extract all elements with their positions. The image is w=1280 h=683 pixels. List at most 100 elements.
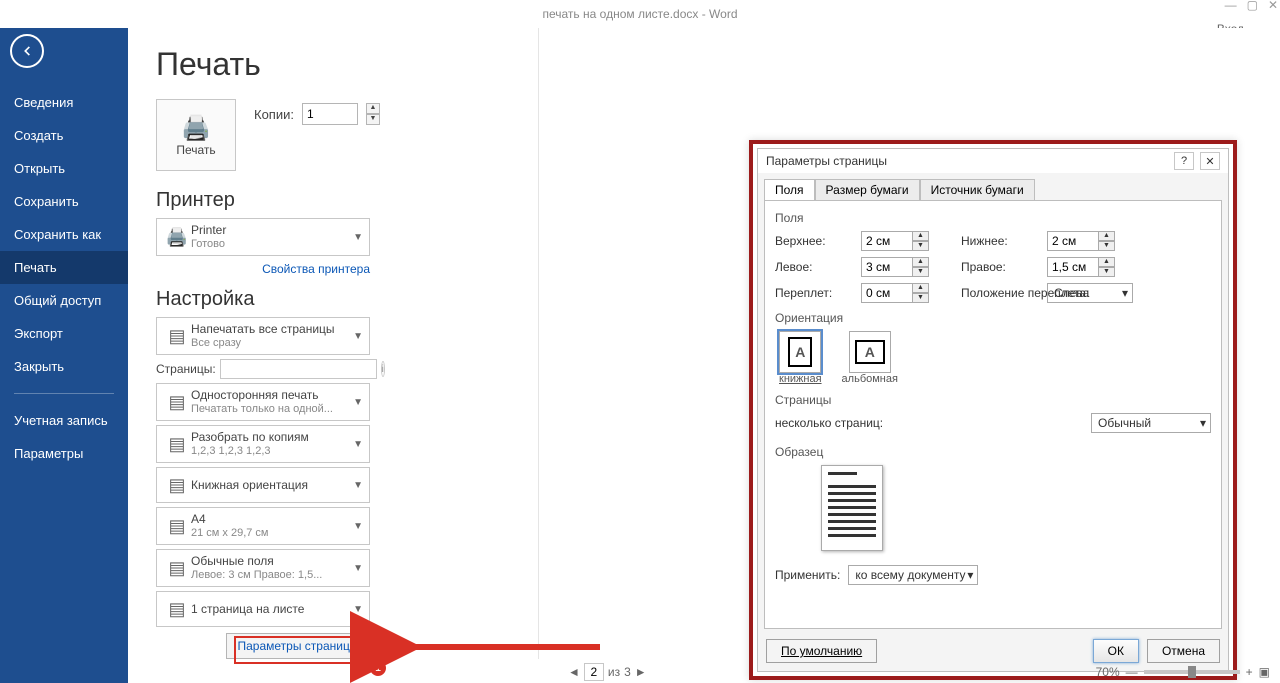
dialog-tab-0[interactable]: Поля [764,179,815,200]
sidebar-item-account[interactable]: Учетная запись [0,404,128,437]
page-setup-dialog-callout: Параметры страницы ? ✕ ПоляРазмер бумаги… [749,140,1237,680]
pages-info-icon[interactable]: i [381,361,385,377]
copies-down[interactable]: ▼ [366,114,380,125]
chevron-down-icon: ▼ [353,397,363,408]
zoom-in[interactable]: + [1246,665,1253,679]
spin-up[interactable]: ▲ [913,231,929,241]
zoom-slider[interactable] [1144,670,1240,674]
callout-arrow [400,632,610,667]
restore-icon[interactable]: ▢ [1247,0,1258,12]
spin-down[interactable]: ▼ [1099,267,1115,277]
spin-down[interactable]: ▼ [1099,241,1115,251]
orientation-landscape[interactable]: A альбомная [842,331,898,385]
copies-up[interactable]: ▲ [366,103,380,114]
margin-bottom-input[interactable] [1047,231,1099,251]
setting-1[interactable]: ▤Односторонняя печатьПечатать только на … [156,383,370,421]
zoom-out[interactable]: — [1126,665,1138,679]
multi-pages-label: несколько страниц: [775,416,883,430]
print-button[interactable]: 🖨️ Печать [156,99,236,171]
sidebar-item-7[interactable]: Экспорт [0,317,128,350]
ok-button[interactable]: ОК [1093,639,1139,663]
spin-up[interactable]: ▲ [1099,257,1115,267]
close-icon[interactable]: ✕ [1268,0,1278,12]
apply-select[interactable]: ко всему документу▾ [848,565,978,585]
setting-4[interactable]: ▤A421 см x 29,7 см▼ [156,507,370,545]
help-icon[interactable]: ? [1174,152,1194,170]
sidebar-item-options[interactable]: Параметры [0,437,128,470]
setting-0[interactable]: ▤Напечатать все страницыВсе сразу▼ [156,317,370,355]
spin-down[interactable]: ▼ [913,267,929,277]
orientation-portrait[interactable]: A книжная [779,331,822,385]
pages-group-label: Страницы [775,393,1211,407]
margin-bottom-label: Нижнее: [961,234,1031,248]
dialog-tab-2[interactable]: Источник бумаги [920,179,1035,200]
pages-input[interactable] [220,359,377,379]
cancel-button[interactable]: Отмена [1147,639,1220,663]
spin-up[interactable]: ▲ [913,257,929,267]
setting-sub: 21 см x 29,7 см [191,527,353,540]
dialog-title: Параметры страницы [766,154,887,168]
setting-title: Напечатать все страницы [191,322,353,336]
sidebar-item-5[interactable]: Печать [0,251,128,284]
spin-up[interactable]: ▲ [1099,231,1115,241]
multi-pages-select[interactable]: Обычный▾ [1091,413,1211,433]
margins-group-label: Поля [775,211,1211,225]
setting-icon: ▤ [163,512,191,540]
orientation-landscape-label: альбомная [842,373,898,385]
copies-input[interactable] [302,103,358,125]
printer-icon: 🖨️ [181,114,211,143]
setting-3[interactable]: ▤Книжная ориентация▼ [156,467,370,503]
margin-top-input[interactable] [861,231,913,251]
sidebar-item-2[interactable]: Открыть [0,152,128,185]
sidebar-item-3[interactable]: Сохранить [0,185,128,218]
printer-heading: Принтер [156,189,235,212]
setting-5[interactable]: ▤Обычные поляЛевое: 3 см Правое: 1,5...▼ [156,549,370,587]
spin-down[interactable]: ▼ [913,293,929,303]
setting-title: Обычные поля [191,554,353,568]
margin-left-input[interactable] [861,257,913,277]
setting-title: Книжная ориентация [191,478,353,492]
page-sep: из [608,665,620,679]
setting-2[interactable]: ▤Разобрать по копиям1,2,3 1,2,3 1,2,3▼ [156,425,370,463]
settings-heading: Настройка [156,288,254,311]
chevron-down-icon: ▼ [353,331,363,342]
sidebar-item-4[interactable]: Сохранить как [0,218,128,251]
chevron-down-icon: ▾ [1122,286,1128,300]
spin-up[interactable]: ▲ [913,283,929,293]
minimize-icon[interactable]: — [1225,0,1237,12]
margin-top-label: Верхнее: [775,234,845,248]
apply-value: ко всему документу [855,568,965,582]
setting-icon: ▤ [163,388,191,416]
sidebar-item-0[interactable]: Сведения [0,86,128,119]
chevron-down-icon: ▼ [353,480,363,491]
printer-properties-link[interactable]: Свойства принтера [262,262,370,276]
gutter-pos-value: Слева [1054,286,1089,300]
sidebar-item-8[interactable]: Закрыть [0,350,128,383]
gutter-input[interactable] [861,283,913,303]
sample-label: Образец [775,445,1211,459]
setting-icon: ▤ [163,595,191,623]
page-prev[interactable]: ◄ [568,665,580,679]
chevron-down-icon: ▼ [353,521,363,532]
setting-6[interactable]: ▤1 страница на листе▼ [156,591,370,627]
setting-sub: Все сразу [191,337,353,350]
page-next[interactable]: ► [635,665,647,679]
orientation-group-label: Ориентация [775,311,1211,325]
fit-page-icon[interactable]: ▣ [1259,665,1270,679]
callout-badge: 1 [370,660,386,676]
dialog-tab-1[interactable]: Размер бумаги [815,179,920,200]
sidebar-item-6[interactable]: Общий доступ [0,284,128,317]
page-setup-link[interactable]: Параметры страницы [226,633,370,659]
chevron-down-icon: ▾ [967,568,973,582]
default-button[interactable]: По умолчанию [766,639,877,663]
setting-title: Разобрать по копиям [191,430,353,444]
printer-select[interactable]: 🖨️ Printer Готово ▼ [156,218,370,256]
dialog-close-icon[interactable]: ✕ [1200,152,1220,170]
margin-right-input[interactable] [1047,257,1099,277]
spin-down[interactable]: ▼ [913,241,929,251]
gutter-pos-select[interactable]: Слева ▾ [1047,283,1133,303]
back-button[interactable] [10,34,44,68]
pages-label: Страницы: [156,362,216,376]
chevron-down-icon: ▼ [353,604,363,615]
sidebar-item-1[interactable]: Создать [0,119,128,152]
